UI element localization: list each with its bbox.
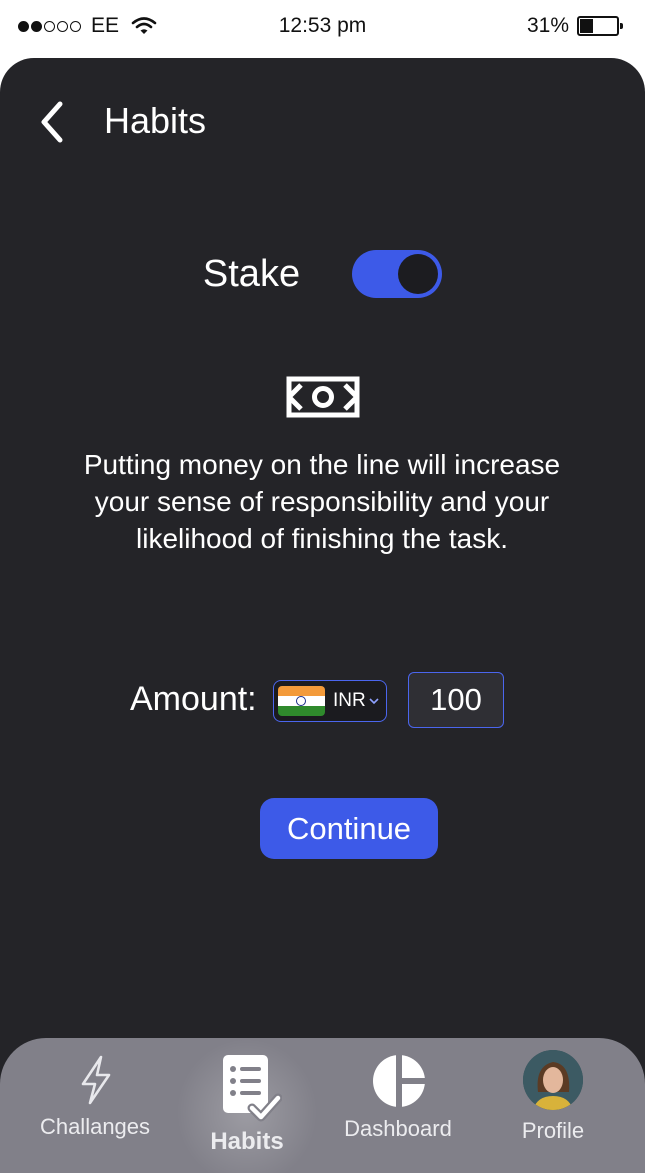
currency-code: INR (333, 690, 366, 711)
stake-description: Putting money on the line will increase … (83, 449, 561, 554)
status-bar: EE 12:53 pm 31% (0, 0, 645, 55)
stake-row: Stake (0, 250, 645, 298)
india-flag-icon (278, 686, 325, 716)
tab-profile[interactable]: Profile (486, 1038, 620, 1173)
stake-label: Stake (202, 252, 301, 295)
checklist-icon (223, 1055, 282, 1122)
stake-toggle[interactable] (352, 250, 443, 298)
battery-icon (577, 16, 623, 36)
amount-row: Amount: INR 100 (0, 672, 645, 728)
tab-challanges[interactable]: Challanges (22, 1038, 168, 1173)
tab-habits[interactable]: Habits (176, 1038, 318, 1173)
pie-chart-icon (373, 1054, 426, 1108)
tab-dashboard[interactable]: Dashboard (326, 1038, 470, 1173)
amount-input[interactable]: 100 (408, 672, 504, 728)
amount-label: Amount: (130, 680, 257, 718)
battery-percentage: 31% (526, 14, 569, 37)
tab-label-profile: Profile (521, 1118, 585, 1143)
tab-label-challanges: Challanges (39, 1114, 151, 1139)
lightning-icon (81, 1055, 111, 1105)
toggle-knob (398, 254, 439, 294)
status-right: 31% (527, 14, 623, 38)
habits-screen: Habits Stake Putting money on the line w… (0, 58, 645, 1173)
tab-label-dashboard: Dashboard (344, 1116, 452, 1141)
page-title: Habits (104, 100, 207, 141)
continue-button[interactable]: Continue (260, 798, 438, 859)
tab-label-habits: Habits (210, 1128, 284, 1155)
tab-bar: Challanges Habits Dashboard Profile (0, 1038, 645, 1173)
money-icon (286, 376, 360, 418)
currency-select[interactable]: INR (273, 680, 387, 722)
chevron-left-icon (41, 101, 63, 143)
back-button[interactable] (34, 98, 74, 148)
chevron-down-icon (369, 698, 379, 705)
avatar (523, 1050, 583, 1110)
